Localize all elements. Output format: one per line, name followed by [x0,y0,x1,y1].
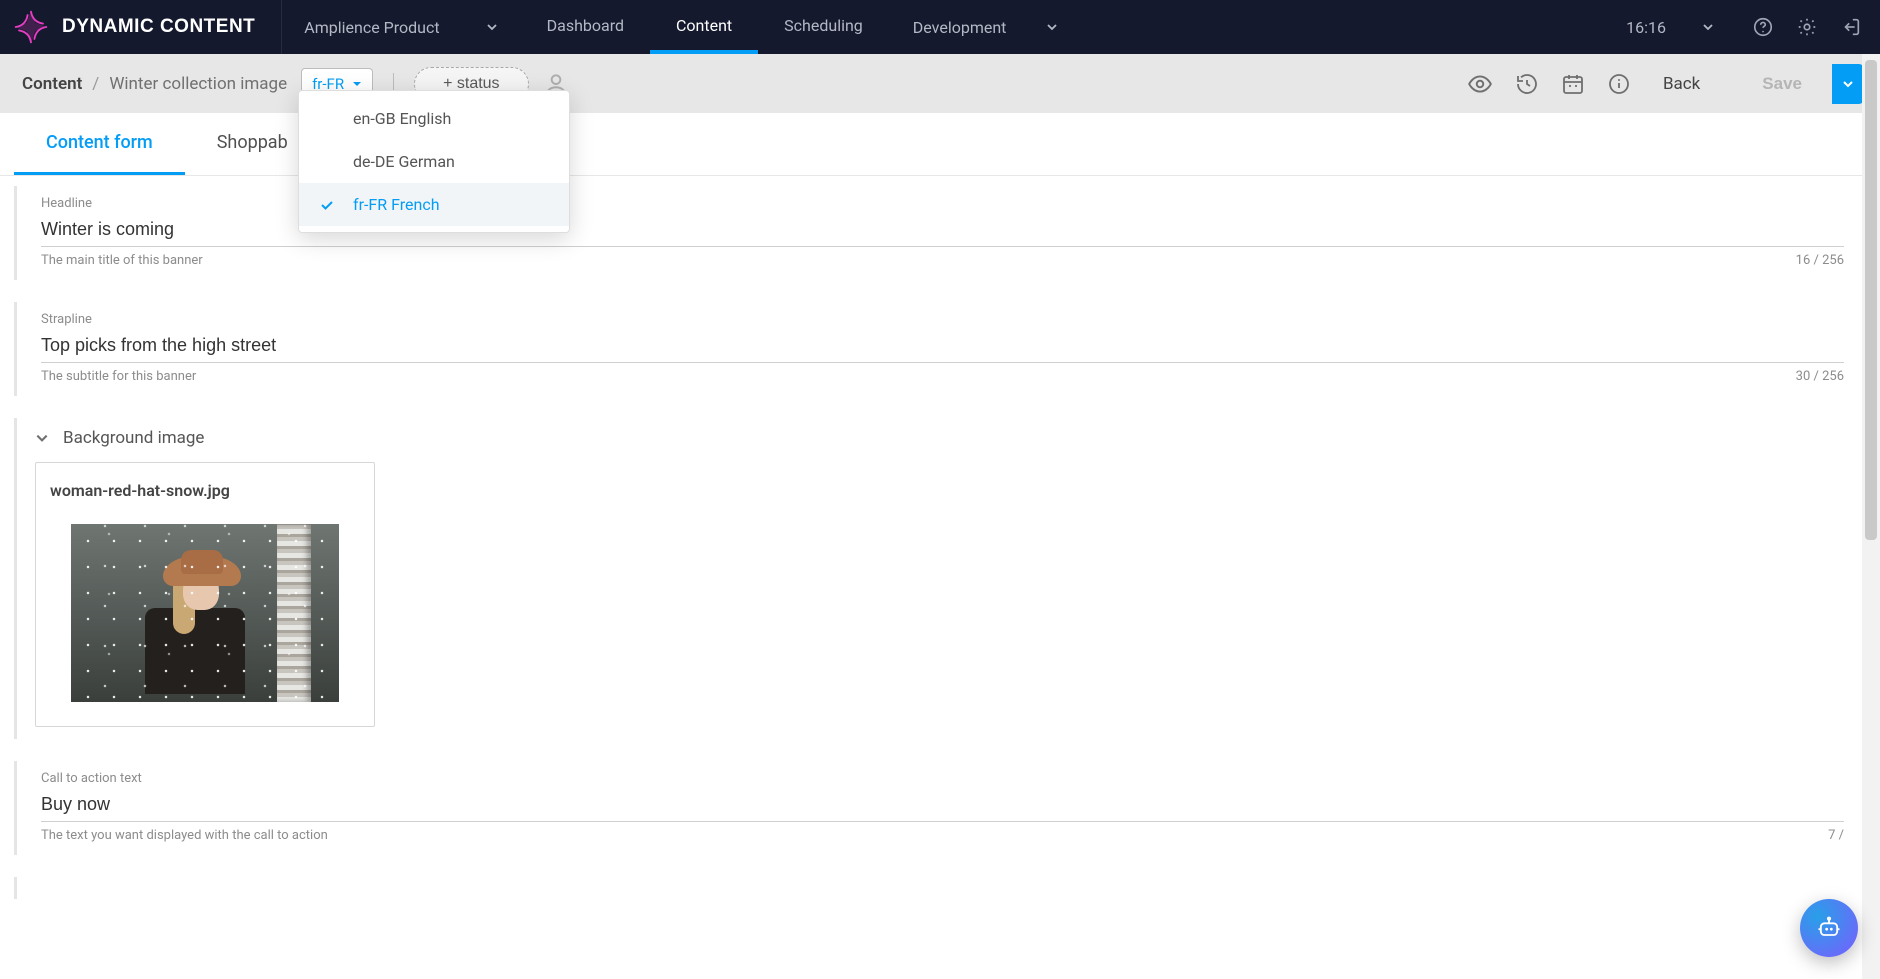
env-label: Development [913,18,1007,37]
preview-icon[interactable] [1467,71,1493,97]
save-options-button[interactable] [1832,64,1864,104]
field-label: Call to action text [41,771,1844,786]
breadcrumb-leaf: Winter collection image [109,74,287,94]
clock-time: 16:16 [1626,18,1666,37]
cta-text-input[interactable] [41,788,1844,822]
env-dropdown[interactable]: Development [889,0,1083,54]
image-thumbnail [71,524,339,702]
image-card[interactable]: woman-red-hat-snow.jpg [35,462,375,727]
locale-option-label: fr-FR French [353,195,440,214]
org-dropdown[interactable]: Amplience Product [282,0,520,54]
field-help: The text you want displayed with the cal… [41,828,328,843]
section-toggle-background-image[interactable]: Background image [35,428,1844,448]
save-button[interactable]: Save [1732,64,1832,104]
field-help: The subtitle for this banner [41,369,196,384]
help-icon[interactable] [1752,16,1774,38]
locale-dropdown: en-GB English de-DE German fr-FR French [298,90,570,233]
strapline-input[interactable] [41,329,1844,363]
topbar-icon-group [1734,0,1880,54]
locale-option-label: en-GB English [353,109,451,128]
save-button-group: Save [1732,64,1864,104]
chevron-down-icon [486,21,498,33]
logo-icon [14,10,48,44]
org-label: Amplience Product [304,18,439,37]
logout-icon[interactable] [1840,16,1862,38]
form-body: Headline The main title of this banner 1… [0,176,1880,979]
scrollbar-thumb[interactable] [1865,60,1877,540]
bot-icon [1815,914,1843,942]
nav-content[interactable]: Content [650,0,758,54]
field-counter: 16 / 256 [1796,253,1844,268]
gear-icon[interactable] [1796,16,1818,38]
back-button[interactable]: Back [1663,74,1700,94]
image-filename: woman-red-hat-snow.jpg [50,481,360,500]
field-cta-text: Call to action text The text you want di… [14,761,1844,855]
history-icon[interactable] [1515,72,1539,96]
field-counter: 30 / 256 [1796,369,1844,384]
field-headline: Headline The main title of this banner 1… [14,186,1844,280]
subbar-icon-group [1467,71,1631,97]
breadcrumb-sep: / [92,74,99,94]
chevron-down-icon [35,431,49,445]
calendar-icon[interactable] [1561,72,1585,96]
check-icon [319,197,337,213]
section-label: Background image [63,428,204,448]
logo-cell: DYNAMIC CONTENT [0,0,282,54]
locale-option-label: de-DE German [353,152,455,171]
tabs-row: Content form Shoppab en-GB English de-DE… [0,114,1880,176]
field-help: The main title of this banner [41,253,203,268]
main-nav: Dashboard Content Scheduling [521,0,889,54]
clock-dropdown[interactable]: 16:16 [1606,0,1734,54]
topbar: DYNAMIC CONTENT Amplience Product Dashbo… [0,0,1880,54]
next-section-stub [14,877,1844,899]
caret-down-icon [1842,78,1854,90]
nav-scheduling[interactable]: Scheduling [758,0,889,54]
app-name: DYNAMIC CONTENT [62,16,255,38]
nav-dashboard[interactable]: Dashboard [521,0,650,54]
caret-down-icon [352,79,362,89]
locale-option-en-gb[interactable]: en-GB English [299,97,569,140]
chevron-down-icon [1046,21,1058,33]
thumb-wrap [50,524,360,702]
field-strapline: Strapline The subtitle for this banner 3… [14,302,1844,396]
breadcrumb-root[interactable]: Content [22,74,82,94]
field-background-image: Background image woman-red-hat-snow.jpg [14,418,1844,739]
locale-option-de-de[interactable]: de-DE German [299,140,569,183]
field-counter: 7 / [1828,828,1844,843]
field-label: Strapline [41,312,1844,327]
scrollbar[interactable] [1862,54,1880,979]
chat-fab[interactable] [1800,899,1858,957]
locale-option-fr-fr[interactable]: fr-FR French [299,183,569,226]
tab-content-form[interactable]: Content form [14,113,185,175]
info-icon[interactable] [1607,72,1631,96]
subbar: Content / Winter collection image fr-FR … [0,54,1880,114]
chevron-down-icon [1702,21,1714,33]
breadcrumb: Content / Winter collection image [22,74,287,94]
